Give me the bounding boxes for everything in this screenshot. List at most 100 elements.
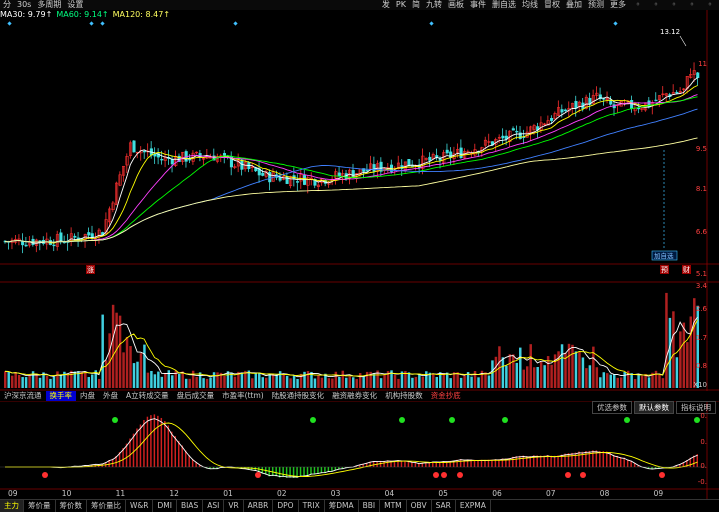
turnover-bar bbox=[25, 377, 27, 388]
event-marker[interactable] bbox=[7, 21, 11, 25]
bottom-tab[interactable]: OBV bbox=[407, 500, 432, 512]
macd-bar bbox=[616, 456, 617, 467]
y-axis-label: 9.5 bbox=[696, 145, 707, 153]
turnover-bar bbox=[543, 365, 545, 388]
turnover-bar bbox=[362, 377, 364, 388]
candle-body bbox=[630, 100, 632, 108]
event-marker[interactable] bbox=[89, 21, 93, 25]
macd-bar bbox=[181, 446, 182, 467]
indicator-tab-row: 沪深京流通换手率内盘外盘A立转成交量盘后成交量市盈率(ttm)陆股通持股变化融资… bbox=[0, 391, 719, 401]
turnover-bar bbox=[209, 378, 211, 388]
indicator-tab[interactable]: 换手率 bbox=[46, 391, 77, 401]
event-marker[interactable] bbox=[233, 21, 237, 25]
turnover-bar bbox=[446, 373, 448, 388]
golden-cross-marker bbox=[565, 472, 571, 478]
macd-bar bbox=[171, 432, 172, 467]
macd-bar bbox=[307, 467, 308, 476]
bottom-tab[interactable]: ARBR bbox=[244, 500, 274, 512]
candle-body bbox=[143, 151, 145, 152]
bottom-tab[interactable]: 筹DMA bbox=[325, 500, 359, 512]
bottom-tab[interactable]: BBI bbox=[359, 500, 381, 512]
macd-bar bbox=[143, 420, 144, 467]
event-marker[interactable] bbox=[613, 21, 617, 25]
turnover-bar bbox=[84, 372, 86, 388]
macd-bar bbox=[286, 467, 287, 478]
turnover-bar bbox=[606, 373, 608, 388]
candle-body bbox=[286, 176, 288, 183]
macd-bar bbox=[571, 453, 572, 467]
turnover-bar bbox=[418, 375, 420, 388]
turnover-bar bbox=[164, 374, 166, 388]
candle-body bbox=[223, 153, 225, 155]
bottom-tab[interactable]: DPO bbox=[273, 500, 298, 512]
indicator-control-button[interactable]: 默认参数 bbox=[634, 401, 674, 414]
x-axis-label: 07 bbox=[546, 489, 556, 499]
x-axis-label: 08 bbox=[600, 489, 610, 499]
turnover-bar bbox=[582, 357, 584, 388]
bottom-tab[interactable]: 筹价量 bbox=[24, 500, 56, 512]
y-axis-label: 11 bbox=[698, 60, 707, 68]
turnover-bar bbox=[133, 363, 135, 388]
turnover-bar bbox=[35, 374, 37, 388]
turnover-bar bbox=[7, 372, 9, 388]
turnover-bar bbox=[338, 377, 340, 388]
turnover-bar bbox=[98, 379, 100, 388]
indicator-tab[interactable]: 市盈率(ttm) bbox=[218, 391, 268, 401]
indicator-tab[interactable]: 内盘 bbox=[76, 391, 99, 401]
indicator-tab[interactable]: 资金抄底 bbox=[427, 391, 465, 401]
candle-body bbox=[408, 159, 410, 165]
x-axis-label: 10 bbox=[62, 489, 72, 499]
turnover-bar bbox=[352, 377, 354, 388]
bottom-tab[interactable]: 主力 bbox=[0, 500, 24, 512]
indicator-control-button[interactable]: 优选参数 bbox=[592, 401, 632, 414]
add-watchlist-tag-label: 加自选 bbox=[654, 251, 674, 260]
turnover-bar bbox=[641, 376, 643, 388]
chart-canvas: 13.12加自选涨预财 bbox=[0, 0, 719, 511]
indicator-tab[interactable]: 沪深京流通 bbox=[0, 391, 46, 401]
indicator-tab[interactable]: 盘后成交量 bbox=[173, 391, 219, 401]
y-axis-label: 0. bbox=[700, 462, 707, 470]
bottom-tab[interactable]: SAR bbox=[432, 500, 456, 512]
macd-bar bbox=[540, 456, 541, 467]
y-axis-label: -0. bbox=[698, 478, 707, 486]
bottom-tab[interactable]: DMI bbox=[153, 500, 176, 512]
turnover-bar bbox=[436, 377, 438, 388]
turnover-bar bbox=[477, 377, 479, 388]
bottom-tab[interactable]: EXPMA bbox=[456, 500, 491, 512]
candle-body bbox=[439, 159, 441, 161]
bottom-tab[interactable]: ASI bbox=[203, 500, 224, 512]
turnover-bar bbox=[216, 372, 218, 388]
macd-bar bbox=[575, 453, 576, 467]
indicator-tab[interactable]: 融资融券变化 bbox=[328, 391, 381, 401]
turnover-bar bbox=[11, 376, 13, 388]
bottom-tab[interactable]: BIAS bbox=[177, 500, 203, 512]
macd-bar bbox=[484, 460, 485, 467]
turnover-bar bbox=[112, 305, 114, 388]
badge-label: 预 bbox=[661, 265, 668, 274]
bottom-tab[interactable]: VR bbox=[224, 500, 243, 512]
turnover-bar bbox=[265, 378, 267, 388]
indicator-control-button[interactable]: 指标说明 bbox=[676, 401, 716, 414]
turnover-bar bbox=[129, 346, 131, 388]
indicator-tab[interactable]: A立转成交量 bbox=[122, 391, 173, 401]
event-marker[interactable] bbox=[100, 21, 104, 25]
candle-body bbox=[338, 173, 340, 176]
candle-body bbox=[637, 108, 639, 109]
event-marker[interactable] bbox=[429, 21, 433, 25]
bottom-tab[interactable]: 筹价数 bbox=[56, 500, 88, 512]
bottom-tab[interactable]: W&R bbox=[126, 500, 153, 512]
turnover-bar bbox=[49, 379, 51, 388]
bottom-tab[interactable]: TRIX bbox=[299, 500, 325, 512]
turnover-bar bbox=[484, 372, 486, 388]
bottom-tab[interactable]: 筹价量比 bbox=[87, 500, 126, 512]
turnover-bar bbox=[317, 375, 319, 388]
bottom-tab[interactable]: MTM bbox=[380, 500, 407, 512]
indicator-tab[interactable]: 陆股通持股变化 bbox=[268, 391, 329, 401]
turnover-bar bbox=[14, 372, 16, 388]
indicator-tab[interactable]: 外盘 bbox=[99, 391, 122, 401]
bottom-indicator-tabs: 主力筹价量筹价数筹价量比W&RDMIBIASASIVRARBRDPOTRIX筹D… bbox=[0, 499, 719, 512]
macd-bar bbox=[129, 439, 130, 467]
turnover-bar bbox=[683, 323, 685, 388]
candle-body bbox=[88, 232, 90, 235]
indicator-tab[interactable]: 机构持股数 bbox=[381, 391, 427, 401]
